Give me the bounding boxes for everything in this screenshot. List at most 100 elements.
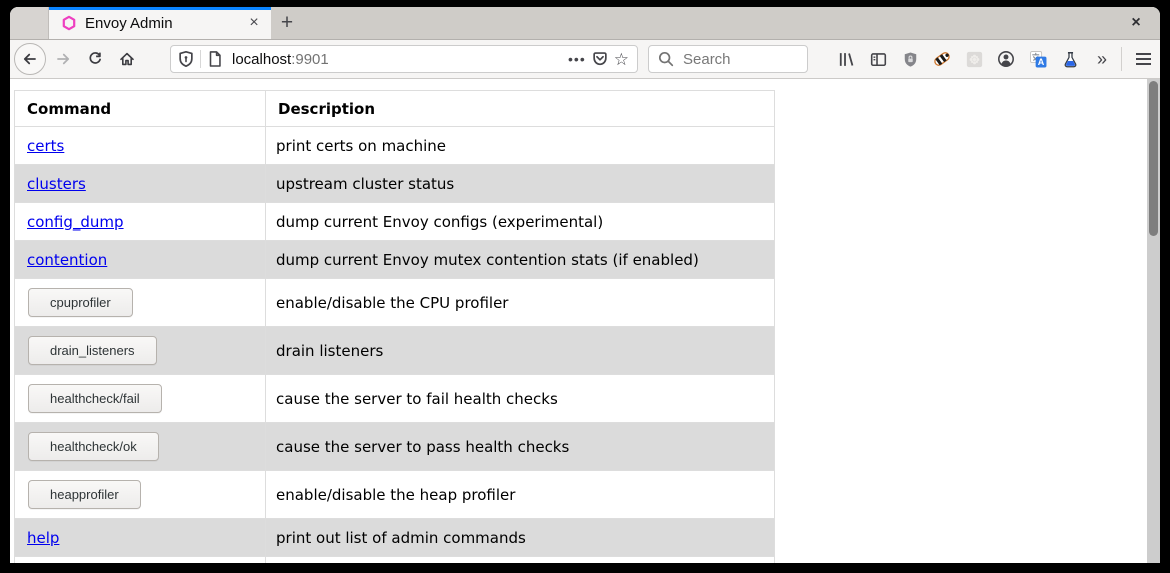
forward-icon — [55, 51, 71, 67]
account-icon — [997, 50, 1015, 68]
home-icon — [119, 51, 135, 67]
disabled-extension-icon — [966, 51, 983, 68]
command-column-header: Command — [15, 91, 266, 127]
forward-button[interactable] — [48, 44, 78, 74]
toolbar-extension-icons: A — [837, 50, 1079, 68]
translate-extension-icon: A — [1030, 51, 1047, 68]
shield-lock-extension-icon — [902, 51, 919, 68]
page-scrollbar[interactable] — [1147, 79, 1160, 563]
back-icon — [22, 51, 38, 67]
description-cell: enable/disable the heap profiler — [266, 471, 775, 519]
command-cell: clusters — [15, 165, 266, 203]
privacy-badger-extension-icon — [933, 50, 951, 68]
command-cell: contention — [15, 241, 266, 279]
description-cell: dump current Envoy configs (experimental… — [266, 203, 775, 241]
table-row: healthcheck/fail cause the server to fail… — [15, 375, 775, 423]
url-bar[interactable]: localhost:9901 ••• ☆ — [170, 45, 638, 73]
command-button[interactable]: heapprofiler — [28, 480, 141, 509]
command-link[interactable]: help — [27, 529, 59, 547]
description-cell: drain listeners — [266, 327, 775, 375]
command-cell: config_dump — [15, 203, 266, 241]
table-row: contention dump current Envoy mutex conte… — [15, 241, 775, 279]
search-bar[interactable] — [648, 45, 808, 73]
search-magnifier-icon — [657, 50, 675, 68]
active-tab-accent — [49, 7, 271, 10]
overflow-chevron-icon[interactable]: » — [1093, 49, 1111, 70]
sidebar-button[interactable] — [869, 50, 887, 68]
envoy-favicon-icon — [61, 15, 77, 31]
toolbar-separator — [1121, 47, 1122, 71]
description-cell: dump current Envoy mutex contention stat… — [266, 241, 775, 279]
command-cell: healthcheck/ok — [15, 423, 266, 471]
browser-window: Envoy Admin × + × — [10, 7, 1160, 563]
page-actions-icon[interactable]: ••• — [568, 51, 586, 67]
command-link[interactable]: config_dump — [27, 213, 124, 231]
command-button[interactable]: drain_listeners — [28, 336, 157, 365]
url-host: localhost — [232, 51, 291, 68]
bookmark-star-icon[interactable]: ☆ — [614, 51, 629, 68]
shield-lock-extension-button[interactable] — [901, 50, 919, 68]
window-close-icon[interactable]: × — [1122, 7, 1150, 39]
command-table: Command Description certs print certs on … — [14, 90, 775, 563]
flask-extension-icon — [1062, 51, 1079, 68]
description-column-header: Description — [266, 91, 775, 127]
table-row: certs print certs on machine — [15, 127, 775, 165]
table-row: heapprofiler enable/disable the heap prof… — [15, 471, 775, 519]
library-button[interactable] — [837, 50, 855, 68]
translate-extension-button[interactable]: A — [1029, 50, 1047, 68]
reload-button[interactable] — [80, 44, 110, 74]
command-cell: cpuprofiler — [15, 279, 266, 327]
command-cell: heapprofiler — [15, 471, 266, 519]
command-link[interactable]: contention — [27, 251, 107, 269]
table-row: cpuprofiler enable/disable the CPU profil… — [15, 279, 775, 327]
tab-envoy-admin[interactable]: Envoy Admin × — [49, 7, 271, 39]
command-button[interactable]: healthcheck/fail — [28, 384, 162, 413]
command-cell: healthcheck/fail — [15, 375, 266, 423]
table-row: hot_restart_versionprint the hot restart… — [15, 557, 775, 564]
description-cell: enable/disable the CPU profiler — [266, 279, 775, 327]
navigation-toolbar: localhost:9901 ••• ☆ — [10, 40, 1160, 79]
privacy-badger-extension-button[interactable] — [933, 50, 951, 68]
table-header-row: Command Description — [15, 91, 775, 127]
menu-hamburger-icon[interactable] — [1132, 44, 1154, 74]
sidebar-icon — [870, 51, 887, 68]
command-button[interactable]: cpuprofiler — [28, 288, 133, 317]
tab-close-icon[interactable]: × — [243, 12, 265, 34]
new-tab-button[interactable]: + — [271, 7, 303, 39]
command-table-body: certs print certs on machineclustersupstr… — [15, 127, 775, 564]
back-button[interactable] — [14, 43, 46, 75]
table-row: healthcheck/ok cause the server to pass h… — [15, 423, 775, 471]
disabled-extension-button[interactable] — [965, 50, 983, 68]
description-cell: print the hot restart compatibility vers… — [266, 557, 775, 564]
page-content: Command Description certs print certs on … — [10, 79, 1160, 563]
account-button[interactable] — [997, 50, 1015, 68]
url-text[interactable]: localhost:9901 — [232, 51, 563, 68]
table-row: clustersupstream cluster status — [15, 165, 775, 203]
command-cell: drain_listeners — [15, 327, 266, 375]
description-cell: cause the server to pass health checks — [266, 423, 775, 471]
urlbar-divider — [200, 50, 201, 68]
description-cell: cause the server to fail health checks — [266, 375, 775, 423]
home-button[interactable] — [112, 44, 142, 74]
library-icon — [838, 51, 855, 68]
command-link[interactable]: certs — [27, 137, 64, 155]
page-document-icon[interactable] — [206, 50, 224, 68]
tracking-protection-shield-icon[interactable] — [177, 50, 195, 68]
table-row: config_dump dump current Envoy configs (e… — [15, 203, 775, 241]
command-cell: help — [15, 519, 266, 557]
pocket-save-icon[interactable] — [591, 50, 609, 68]
tab-bar: Envoy Admin × + × — [10, 7, 1160, 40]
table-row: drain_listeners drain listeners — [15, 327, 775, 375]
description-cell: print certs on machine — [266, 127, 775, 165]
table-row: helpprint out list of admin commands — [15, 519, 775, 557]
titlebar-spacer — [10, 7, 49, 39]
search-input[interactable] — [681, 50, 795, 69]
command-link[interactable]: clusters — [27, 175, 86, 193]
command-cell: hot_restart_version — [15, 557, 266, 564]
tab-title: Envoy Admin — [85, 15, 173, 32]
scrollbar-thumb[interactable] — [1149, 81, 1158, 236]
svg-text:A: A — [1037, 57, 1044, 67]
flask-extension-button[interactable] — [1061, 50, 1079, 68]
command-cell: certs — [15, 127, 266, 165]
command-button[interactable]: healthcheck/ok — [28, 432, 159, 461]
